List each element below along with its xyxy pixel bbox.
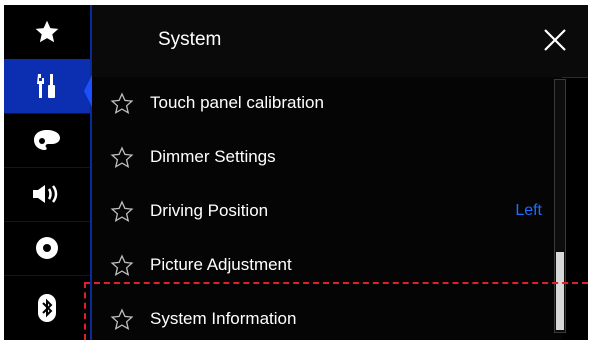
list-item-label: Picture Adjustment: [150, 255, 292, 274]
list-item-driving-position[interactable]: Driving Position Left: [92, 185, 562, 240]
favorite-star-icon[interactable]: [110, 200, 134, 224]
settings-list: Touch panel calibration Dimmer Settings …: [92, 77, 588, 340]
favorite-star-icon[interactable]: [110, 92, 134, 116]
sidebar: [4, 5, 90, 340]
bluetooth-icon: [38, 293, 56, 322]
settings-tools-icon: [37, 74, 55, 98]
sidebar-item-theme[interactable]: [4, 113, 90, 168]
sidebar-item-system-settings[interactable]: [4, 59, 90, 114]
header: System: [92, 5, 588, 78]
sidebar-item-bluetooth[interactable]: [4, 275, 90, 340]
highlight-outline-left: [84, 282, 86, 340]
sidebar-item-av-source[interactable]: [4, 221, 90, 276]
close-icon[interactable]: [540, 25, 570, 55]
list-item-system-information[interactable]: System Information: [92, 293, 562, 340]
page-title: System: [158, 29, 222, 50]
sidebar-item-favorites[interactable]: [4, 5, 90, 60]
scrollbar-thumb[interactable]: [556, 252, 564, 330]
highlight-outline-top: [84, 282, 588, 284]
scrollbar-track[interactable]: [554, 79, 566, 333]
theme-palette-icon: [34, 130, 60, 150]
disc-icon: [36, 237, 58, 259]
list-item-value: Left: [515, 202, 542, 219]
list-item-label: System Information: [150, 309, 297, 328]
favorite-star-icon[interactable]: [110, 146, 134, 170]
settings-screen: System Touch panel calibration Dimmer Se…: [4, 5, 588, 340]
speaker-icon: [33, 185, 58, 203]
list-item-picture-adjustment[interactable]: Picture Adjustment: [92, 239, 562, 294]
favorite-star-icon[interactable]: [110, 308, 134, 332]
list-item-label: Touch panel calibration: [150, 93, 324, 112]
list-item-label: Driving Position: [150, 201, 269, 220]
list-item-dimmer-settings[interactable]: Dimmer Settings: [92, 131, 562, 186]
list-item-label: Dimmer Settings: [150, 147, 276, 166]
star-icon: [35, 20, 59, 43]
list-item-touch-panel-calibration[interactable]: Touch panel calibration: [92, 77, 562, 132]
favorite-star-icon[interactable]: [110, 254, 134, 278]
sidebar-item-audio[interactable]: [4, 167, 90, 222]
